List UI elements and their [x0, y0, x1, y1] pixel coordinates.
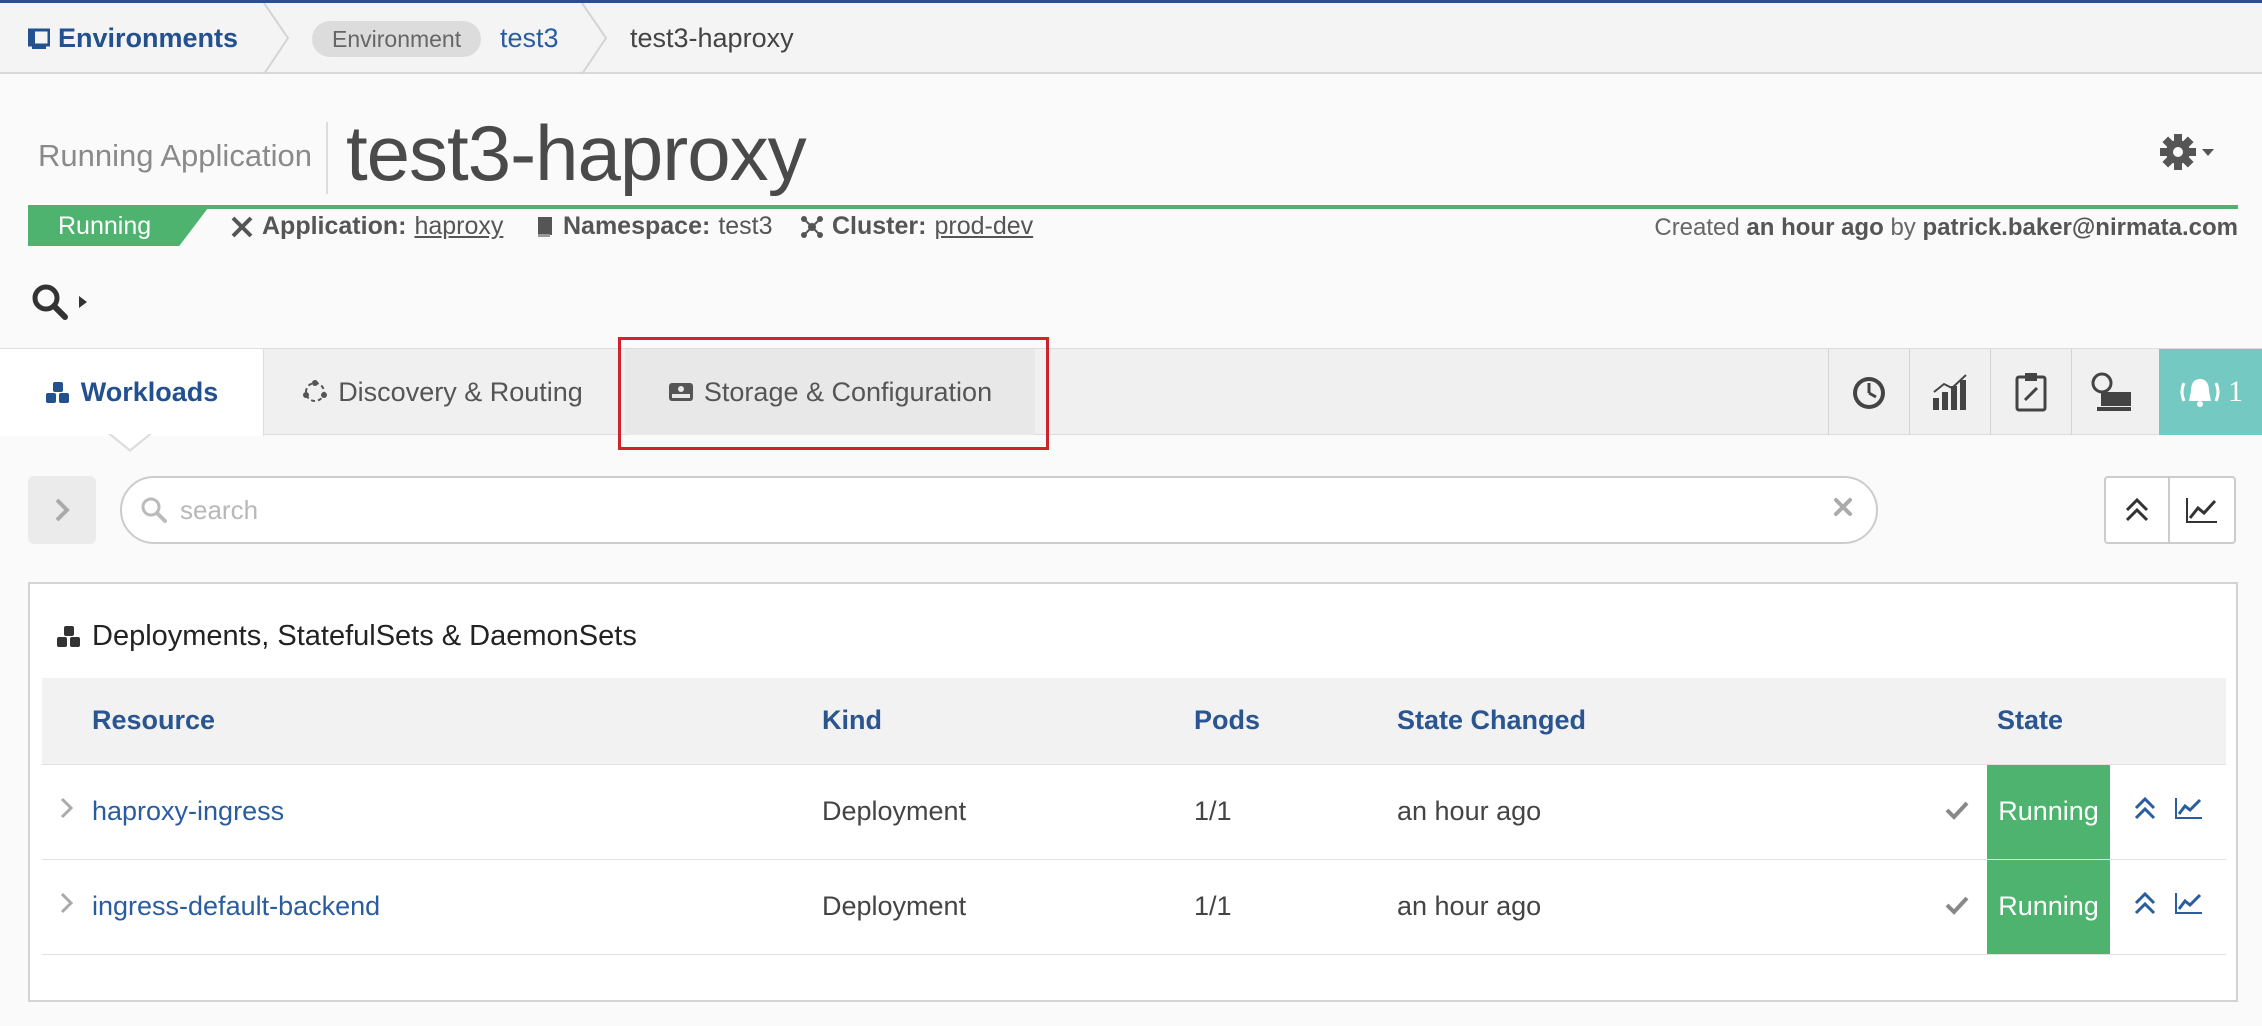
line-chart-icon [2174, 798, 2202, 819]
meta-cluster-label: Cluster: [832, 212, 927, 240]
table-row: ingress-default-backend Deployment 1/1 a… [42, 859, 2226, 954]
table-row: haproxy-ingress Deployment 1/1 an hour a… [42, 764, 2226, 859]
cubes-icon [45, 381, 69, 403]
clear-search-button[interactable] [1832, 496, 1854, 523]
column-header-resource[interactable]: Resource [92, 678, 822, 764]
breadcrumb-current: test3-haproxy [630, 23, 794, 53]
monitor-icon [2091, 372, 2131, 411]
resource-link[interactable]: haproxy-ingress [92, 796, 284, 826]
collapse-all-button[interactable] [2104, 476, 2170, 544]
cluster-icon [800, 215, 824, 239]
column-header-pods[interactable]: Pods [1194, 678, 1397, 764]
alarm-count: 1 [2228, 375, 2243, 408]
chevron-down-icon [2202, 149, 2214, 156]
tab-alarms[interactable]: 1 [2159, 349, 2262, 435]
settings-menu-button[interactable] [2158, 132, 2218, 177]
tab-workloads[interactable]: Workloads [0, 349, 264, 436]
row-chart-button[interactable] [2174, 891, 2204, 922]
state-changed-cell: an hour ago [1397, 796, 1542, 826]
line-chart-icon [2174, 893, 2202, 914]
column-header-state-changed[interactable]: State Changed [1397, 678, 1927, 764]
workloads-panel: Deployments, StatefulSets & DaemonSets R… [28, 582, 2238, 1002]
row-expand-button[interactable] [42, 859, 92, 954]
history-icon [1853, 377, 1885, 409]
state-changed-cell: an hour ago [1397, 891, 1542, 921]
pods-cell: 1/1 [1194, 891, 1232, 921]
breadcrumb: Environments Environment test3 test3-hap… [0, 0, 2262, 74]
page-type-label: Running Application [38, 138, 313, 173]
book-icon [535, 215, 555, 239]
search-input[interactable] [178, 493, 1778, 527]
row-collapse-button[interactable] [2133, 795, 2157, 828]
meta-cluster: Cluster: prod-dev [800, 212, 1033, 241]
resource-link[interactable]: ingress-default-backend [92, 891, 380, 921]
tools-icon [230, 215, 254, 239]
search-icon [141, 497, 167, 523]
global-search-toggle[interactable] [30, 282, 90, 322]
search-icon [32, 284, 68, 320]
kind-cell: Deployment [822, 796, 967, 826]
tab-console[interactable] [2071, 349, 2152, 435]
tab-audit[interactable] [1990, 349, 2071, 435]
title-divider [326, 122, 328, 194]
namespace-value: test3 [718, 212, 773, 240]
chevron-right-icon [55, 498, 70, 522]
cubes-icon [57, 625, 80, 647]
environment-badge: Environment [312, 21, 482, 57]
application-link[interactable]: haproxy [414, 212, 503, 241]
caret-right-icon [79, 296, 87, 308]
checkmark-icon [1945, 896, 1969, 915]
environments-icon [28, 28, 50, 49]
meta-namespace-label: Namespace: [563, 212, 711, 240]
close-icon [1834, 498, 1852, 516]
checkmark-icon [1945, 801, 1969, 820]
status-badge: Running [28, 208, 208, 246]
network-icon [303, 380, 328, 402]
state-badge: Running [1987, 859, 2110, 954]
meta-application: Application: haproxy [230, 212, 503, 241]
tab-discovery-routing[interactable]: Discovery & Routing [265, 349, 620, 435]
row-chart-button[interactable] [2174, 796, 2204, 827]
breadcrumb-environments[interactable]: Environments [28, 3, 238, 74]
created-info: Created an hour ago by patrick.baker@nir… [1654, 214, 2238, 241]
breadcrumb-env-link[interactable]: test3 [500, 3, 559, 74]
tab-storage-configuration[interactable]: Storage & Configuration [625, 349, 1035, 435]
row-collapse-button[interactable] [2133, 890, 2157, 923]
row-expand-button[interactable] [42, 764, 92, 859]
search-box[interactable] [120, 476, 1878, 544]
chevron-right-icon [60, 892, 74, 914]
kind-cell: Deployment [822, 891, 967, 921]
bell-alert-icon [2180, 379, 2220, 407]
column-header-state[interactable]: State [1987, 678, 2110, 764]
pods-cell: 1/1 [1194, 796, 1232, 826]
double-chevron-up-icon [2125, 497, 2149, 522]
double-chevron-up-icon [2134, 891, 2155, 915]
expand-sidebar-button[interactable] [28, 476, 96, 544]
status-line [28, 205, 2238, 209]
table-header-row: Resource Kind Pods State Changed State [42, 678, 2226, 764]
page-title: test3-haproxy [346, 109, 807, 197]
double-chevron-up-icon [2134, 796, 2155, 820]
clipboard-icon [2015, 373, 2047, 412]
workloads-table: Resource Kind Pods State Changed State h… [42, 678, 2226, 955]
bar-chart-icon [1933, 374, 1967, 410]
hard-drive-icon [668, 383, 693, 401]
column-header-kind[interactable]: Kind [822, 678, 1194, 764]
line-chart-icon [2186, 498, 2217, 523]
gear-icon [2160, 134, 2214, 170]
meta-namespace: Namespace: test3 [535, 212, 773, 241]
tab-metrics[interactable] [1909, 349, 1990, 435]
breadcrumb-separator [581, 3, 608, 74]
tab-history[interactable] [1828, 349, 1909, 435]
cluster-link[interactable]: prod-dev [934, 212, 1033, 241]
active-tab-pointer [110, 433, 150, 449]
panel-title: Deployments, StatefulSets & DaemonSets [56, 620, 637, 653]
chevron-right-icon [60, 797, 74, 819]
meta-application-label: Application: [262, 212, 407, 240]
breadcrumb-separator [263, 3, 290, 74]
tab-bar: Workloads Discovery & Routing Storage & … [0, 348, 2262, 436]
state-badge: Running [1987, 764, 2110, 859]
show-charts-button[interactable] [2170, 476, 2236, 544]
